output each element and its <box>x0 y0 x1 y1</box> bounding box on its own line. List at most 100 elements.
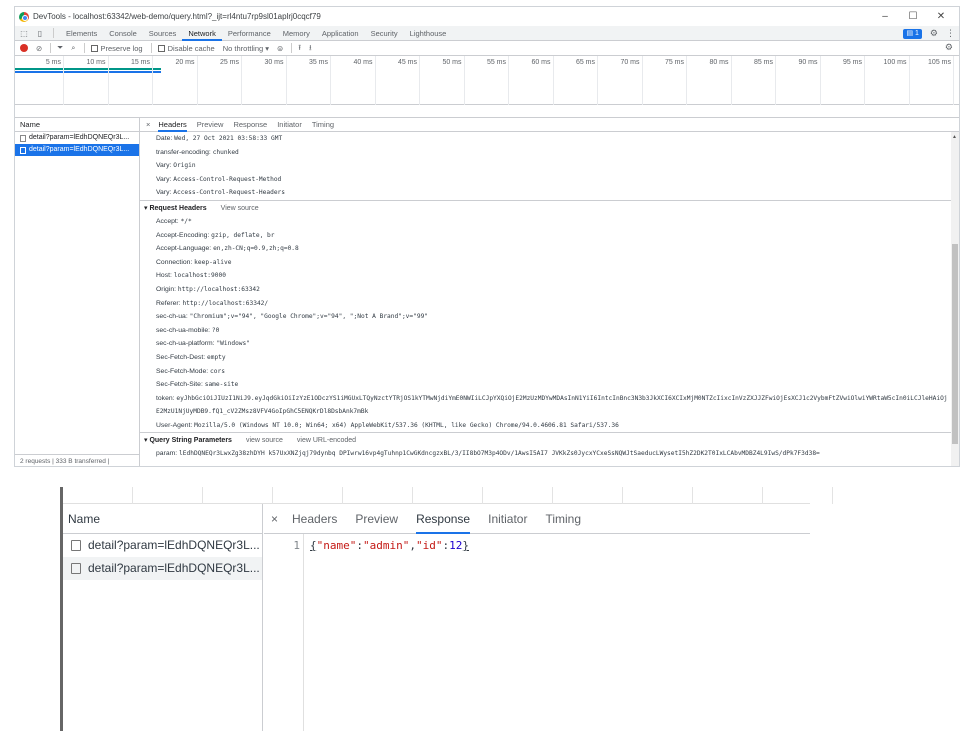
preserve-log-toggle[interactable]: Preserve log <box>90 44 143 53</box>
header-row: Connection: keep-alive <box>140 256 959 270</box>
close-detail-button[interactable]: × <box>146 120 150 129</box>
tab-sources[interactable]: Sources <box>143 26 183 41</box>
json-key-id: "id" <box>415 539 443 552</box>
export-har-icon[interactable]: ⭳ <box>309 42 312 55</box>
preserve-log-checkbox[interactable] <box>90 44 98 52</box>
network-conditions-icon[interactable]: ⊜ <box>277 44 283 53</box>
view-source-link[interactable]: view source <box>246 437 283 444</box>
header-row: Referer: http://localhost:63342/ <box>140 297 959 311</box>
timeline-tick-label: 90 ms <box>798 59 818 66</box>
disable-cache-toggle[interactable]: Disable cache <box>157 44 215 53</box>
timeline-gridline <box>908 56 910 105</box>
header-value: same-site <box>204 381 239 389</box>
header-row: Accept-Language: en,zh-CN;q=0.9,zh;q=0.8 <box>140 242 959 256</box>
close-window-button[interactable]: ✕ <box>927 11 955 22</box>
timeline-tick-label: 100 ms <box>883 59 907 66</box>
tab-response[interactable]: Response <box>233 118 267 132</box>
tab-headers[interactable]: Headers <box>158 118 187 132</box>
search-icon[interactable]: ⌕ <box>71 43 75 53</box>
param-key: param: <box>156 450 178 458</box>
tab-initiator[interactable]: Initiator <box>277 118 302 132</box>
issues-badge[interactable]: ▤ 1 <box>903 28 922 39</box>
device-toolbar-icon[interactable]: ▯ <box>35 29 45 38</box>
settings-gear-icon[interactable]: ⚙ <box>930 28 938 39</box>
timeline-tick-label: 30 ms <box>264 59 284 66</box>
scroll-up-icon[interactable]: ▲ <box>952 134 957 140</box>
timeline-tick-label: 80 ms <box>709 59 729 66</box>
header-value: http://localhost:63342/ <box>182 299 269 307</box>
timeline-tick-label: 40 ms <box>353 59 373 66</box>
detail-scrollbar[interactable]: ▲ <box>951 132 959 466</box>
request-row-selected[interactable]: detail?param=lEdhDQNEQr3L... <box>15 144 139 156</box>
timeline-gridline <box>463 56 465 105</box>
tab-network[interactable]: Network <box>182 26 222 41</box>
request-row[interactable]: detail?param=lEdhDQNEQr3L... <box>15 132 139 144</box>
request-headers-section-header[interactable]: ▾ Request Headers View source <box>140 199 959 215</box>
tab-timing[interactable]: Timing <box>312 118 334 132</box>
view-source-link[interactable]: View source <box>221 205 259 212</box>
close-detail-button[interactable]: × <box>271 512 278 526</box>
record-icon[interactable] <box>20 44 28 52</box>
disable-cache-checkbox[interactable] <box>157 44 165 52</box>
divider <box>291 43 293 53</box>
tab-elements[interactable]: Elements <box>60 26 103 41</box>
header-row: Origin: http://localhost:63342 <box>140 283 959 297</box>
request-headers-list: Accept: */* Accept-Encoding: gzip, defla… <box>140 215 959 433</box>
zoomed-network-panel: Name detail?param=lEdhDQNEQr3L... detail… <box>60 487 833 731</box>
tab-preview[interactable]: Preview <box>355 504 398 534</box>
tab-preview[interactable]: Preview <box>197 118 224 132</box>
network-overview-timeline[interactable]: 5 ms 10 ms 15 ms 20 ms 25 ms 30 ms 35 ms 40 ms 4… <box>15 56 959 105</box>
tab-timing[interactable]: Timing <box>545 504 581 534</box>
tab-security[interactable]: Security <box>365 26 404 41</box>
tab-console[interactable]: Console <box>103 26 143 41</box>
timeline-gridline <box>552 56 554 105</box>
header-value: Access-Control-Request-Method <box>173 175 282 183</box>
header-row: Accept-Encoding: gzip, deflate, br <box>140 229 959 243</box>
scrollbar-thumb[interactable] <box>952 244 958 444</box>
import-har-icon[interactable]: ⭱ <box>298 42 301 55</box>
tab-headers[interactable]: Headers <box>292 504 337 534</box>
query-params-section-header[interactable]: ▾ Query String Parameters view source view… <box>140 432 959 447</box>
header-row: Host: localhost:9000 <box>140 269 959 283</box>
timeline-gridline <box>775 56 776 105</box>
timeline-gridline <box>597 56 598 105</box>
filter-icon[interactable]: ⏷ <box>57 43 63 53</box>
maximize-button[interactable]: ☐ <box>899 11 927 22</box>
request-list-header[interactable]: Name <box>15 118 139 132</box>
header-value: Wed, 27 Oct 2021 03:58:33 GMT <box>174 135 283 142</box>
more-options-icon[interactable]: ⋮ <box>946 28 955 39</box>
zoomed-request-list: Name detail?param=lEdhDQNEQr3L... detail… <box>63 504 263 731</box>
minimize-button[interactable]: – <box>871 11 899 22</box>
timeline-gridline <box>285 56 287 105</box>
tab-application[interactable]: Application <box>316 26 365 41</box>
timeline-bar-request-1 <box>15 68 161 70</box>
tab-memory[interactable]: Memory <box>277 26 316 41</box>
network-status-summary: 2 requests | 333 B transferred | <box>15 454 140 466</box>
zoomed-request-row-selected[interactable]: detail?param=lEdhDQNEQr3L... <box>63 557 262 580</box>
timeline-gridline <box>152 56 153 105</box>
zoomed-request-row[interactable]: detail?param=lEdhDQNEQr3L... <box>63 534 262 557</box>
window-controls: – ☐ ✕ <box>871 7 955 26</box>
timeline-gridline <box>641 56 643 105</box>
timeline-tick-label: 10 ms <box>86 59 106 66</box>
tab-performance[interactable]: Performance <box>222 26 277 41</box>
zoomed-request-list-header[interactable]: Name <box>63 504 262 534</box>
timeline-bar-request-2 <box>15 71 161 73</box>
request-row-checkbox <box>20 134 26 142</box>
tab-lighthouse[interactable]: Lighthouse <box>404 26 453 41</box>
timeline-gridline <box>330 56 331 105</box>
timeline-tick-label: 50 ms <box>442 59 462 66</box>
divider <box>150 43 152 53</box>
view-url-encoded-link[interactable]: view URL-encoded <box>297 437 356 444</box>
header-value: "Chromium";v="94", "Google Chrome";v="94… <box>189 313 429 321</box>
clear-icon[interactable]: ⊘ <box>36 44 42 53</box>
response-body[interactable]: {"name":"admin","id":12} <box>310 539 469 552</box>
network-settings-gear-icon[interactable]: ⚙ <box>945 42 953 53</box>
tab-response[interactable]: Response <box>416 504 471 534</box>
throttling-select[interactable]: No throttling ▾ <box>223 44 269 53</box>
header-key: Referer: <box>156 299 181 307</box>
zoomed-timeline-gridline <box>692 487 693 504</box>
tab-initiator[interactable]: Initiator <box>488 504 527 534</box>
inspect-element-icon[interactable]: ⬚ <box>19 29 29 38</box>
request-row-name: detail?param=lEdhDQNEQr3L... <box>88 561 260 575</box>
